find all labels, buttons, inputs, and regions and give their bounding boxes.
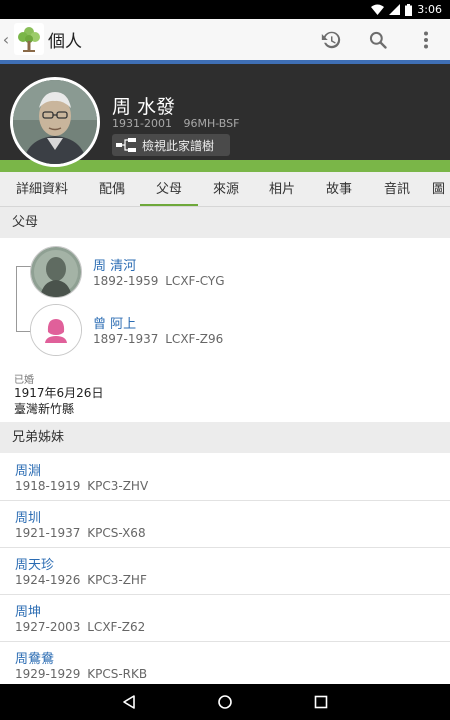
father-photo — [31, 247, 81, 297]
app-screen: 3:06 ‹ 個人 周 水發 1931-2001 96MH-BSF 檢視此家譜樹… — [0, 0, 450, 720]
battery-icon — [405, 3, 413, 16]
father-name[interactable]: 周 清河 — [93, 255, 136, 274]
sibling-name[interactable]: 周淵 — [15, 460, 41, 479]
search-icon — [369, 31, 387, 49]
app-bar: ‹ 個人 — [0, 19, 450, 60]
nav-home-icon — [218, 695, 232, 709]
marriage-place: 臺灣新竹縣 — [14, 402, 75, 416]
sibling-name[interactable]: 周圳 — [15, 507, 41, 526]
person-lifespan: 1931-2001 — [112, 117, 172, 130]
tab-details[interactable]: 詳細資料 — [0, 172, 84, 206]
sibling-name[interactable]: 周鴦鴦 — [15, 648, 54, 667]
mother-portrait[interactable] — [30, 304, 82, 356]
mother-name[interactable]: 曾 阿上 — [93, 313, 136, 332]
marriage-date: 1917年6月26日 — [14, 386, 104, 400]
sibling-pid: KPC3-ZHF — [87, 573, 147, 587]
history-button[interactable] — [316, 25, 346, 55]
sibling-pid: KPC3-ZHV — [87, 479, 149, 493]
page-title: 個人 — [48, 32, 82, 52]
sibling-row[interactable]: 周淵 1918-1919 KPC3-ZHV — [0, 454, 450, 501]
parents-heading: 父母 — [0, 207, 450, 238]
nav-recents-icon — [314, 695, 328, 709]
nav-back-button[interactable] — [117, 690, 141, 714]
sibling-row[interactable]: 周坤 1927-2003 LCXF-Z62 — [0, 595, 450, 642]
person-name: 周 水發 — [112, 96, 176, 118]
overflow-menu-button[interactable] — [411, 25, 441, 55]
sibling-meta: 1927-2003 LCXF-Z62 — [15, 620, 145, 634]
view-tree-button[interactable]: 檢視此家譜樹 — [112, 134, 230, 156]
person-meta: 1931-2001 96MH-BSF — [112, 117, 239, 130]
person-portrait[interactable] — [10, 77, 100, 167]
mother-pid: LCXF-Z96 — [165, 332, 224, 346]
family-tree-logo-icon[interactable] — [14, 23, 44, 55]
sibling-meta: 1921-1937 KPCS-X68 — [15, 526, 146, 540]
nav-back-icon — [123, 695, 135, 709]
female-silhouette-icon — [31, 305, 81, 355]
sibling-pid: KPCS-X68 — [87, 526, 146, 540]
wifi-icon — [371, 4, 385, 15]
sibling-lifespan: 1921-1937 — [15, 526, 81, 540]
sibling-pid: LCXF-Z62 — [87, 620, 146, 634]
sibling-row[interactable]: 周鴦鴦 1929-1929 KPCS-RKB — [0, 642, 450, 689]
status-time: 3:06 — [417, 3, 442, 16]
mother-meta: 1897-1937 LCXF-Z96 — [93, 332, 223, 346]
sibling-name[interactable]: 周天珍 — [15, 554, 54, 573]
father-meta: 1892-1959 LCXF-CYG — [93, 274, 225, 288]
view-tree-label: 檢視此家譜樹 — [142, 138, 215, 153]
tab-photos[interactable]: 相片 — [254, 172, 310, 206]
sibling-row[interactable]: 周天珍 1924-1926 KPC3-ZHF — [0, 548, 450, 595]
signal-icon — [389, 4, 401, 15]
sibling-lifespan: 1918-1919 — [15, 479, 81, 493]
tab-bar: 詳細資料 配偶 父母 來源 相片 故事 音訊 圖 — [0, 172, 450, 207]
sibling-name[interactable]: 周坤 — [15, 601, 41, 620]
siblings-heading: 兄弟姊妹 — [0, 422, 450, 453]
search-button[interactable] — [363, 25, 393, 55]
sibling-meta: 1929-1929 KPCS-RKB — [15, 667, 147, 681]
pedigree-icon — [116, 138, 136, 152]
person-pid: 96MH-BSF — [183, 117, 240, 130]
sibling-lifespan: 1924-1926 — [15, 573, 81, 587]
history-icon — [321, 31, 341, 49]
chevron-left-icon[interactable]: ‹ — [0, 29, 12, 51]
nav-recents-button[interactable] — [309, 690, 333, 714]
tab-parents[interactable]: 父母 — [140, 172, 198, 206]
father-portrait[interactable] — [30, 246, 82, 298]
more-vert-icon — [424, 31, 428, 49]
system-nav-bar — [0, 684, 450, 720]
sibling-lifespan: 1929-1929 — [15, 667, 81, 681]
father-pid: LCXF-CYG — [165, 274, 225, 288]
tab-more[interactable]: 圖 — [432, 172, 450, 206]
nav-home-button[interactable] — [213, 690, 237, 714]
status-bar: 3:06 — [0, 0, 450, 19]
mother-lifespan: 1897-1937 — [93, 332, 159, 346]
tab-stories[interactable]: 故事 — [310, 172, 368, 206]
sibling-pid: KPCS-RKB — [87, 667, 148, 681]
tab-audio[interactable]: 音訊 — [368, 172, 426, 206]
sibling-meta: 1924-1926 KPC3-ZHF — [15, 573, 147, 587]
tab-spouses[interactable]: 配偶 — [84, 172, 140, 206]
father-lifespan: 1892-1959 — [93, 274, 159, 288]
tab-sources[interactable]: 來源 — [198, 172, 254, 206]
sibling-row[interactable]: 周圳 1921-1937 KPCS-X68 — [0, 501, 450, 548]
sibling-lifespan: 1927-2003 — [15, 620, 81, 634]
portrait-photo — [13, 80, 97, 164]
sibling-meta: 1918-1919 KPC3-ZHV — [15, 479, 148, 493]
